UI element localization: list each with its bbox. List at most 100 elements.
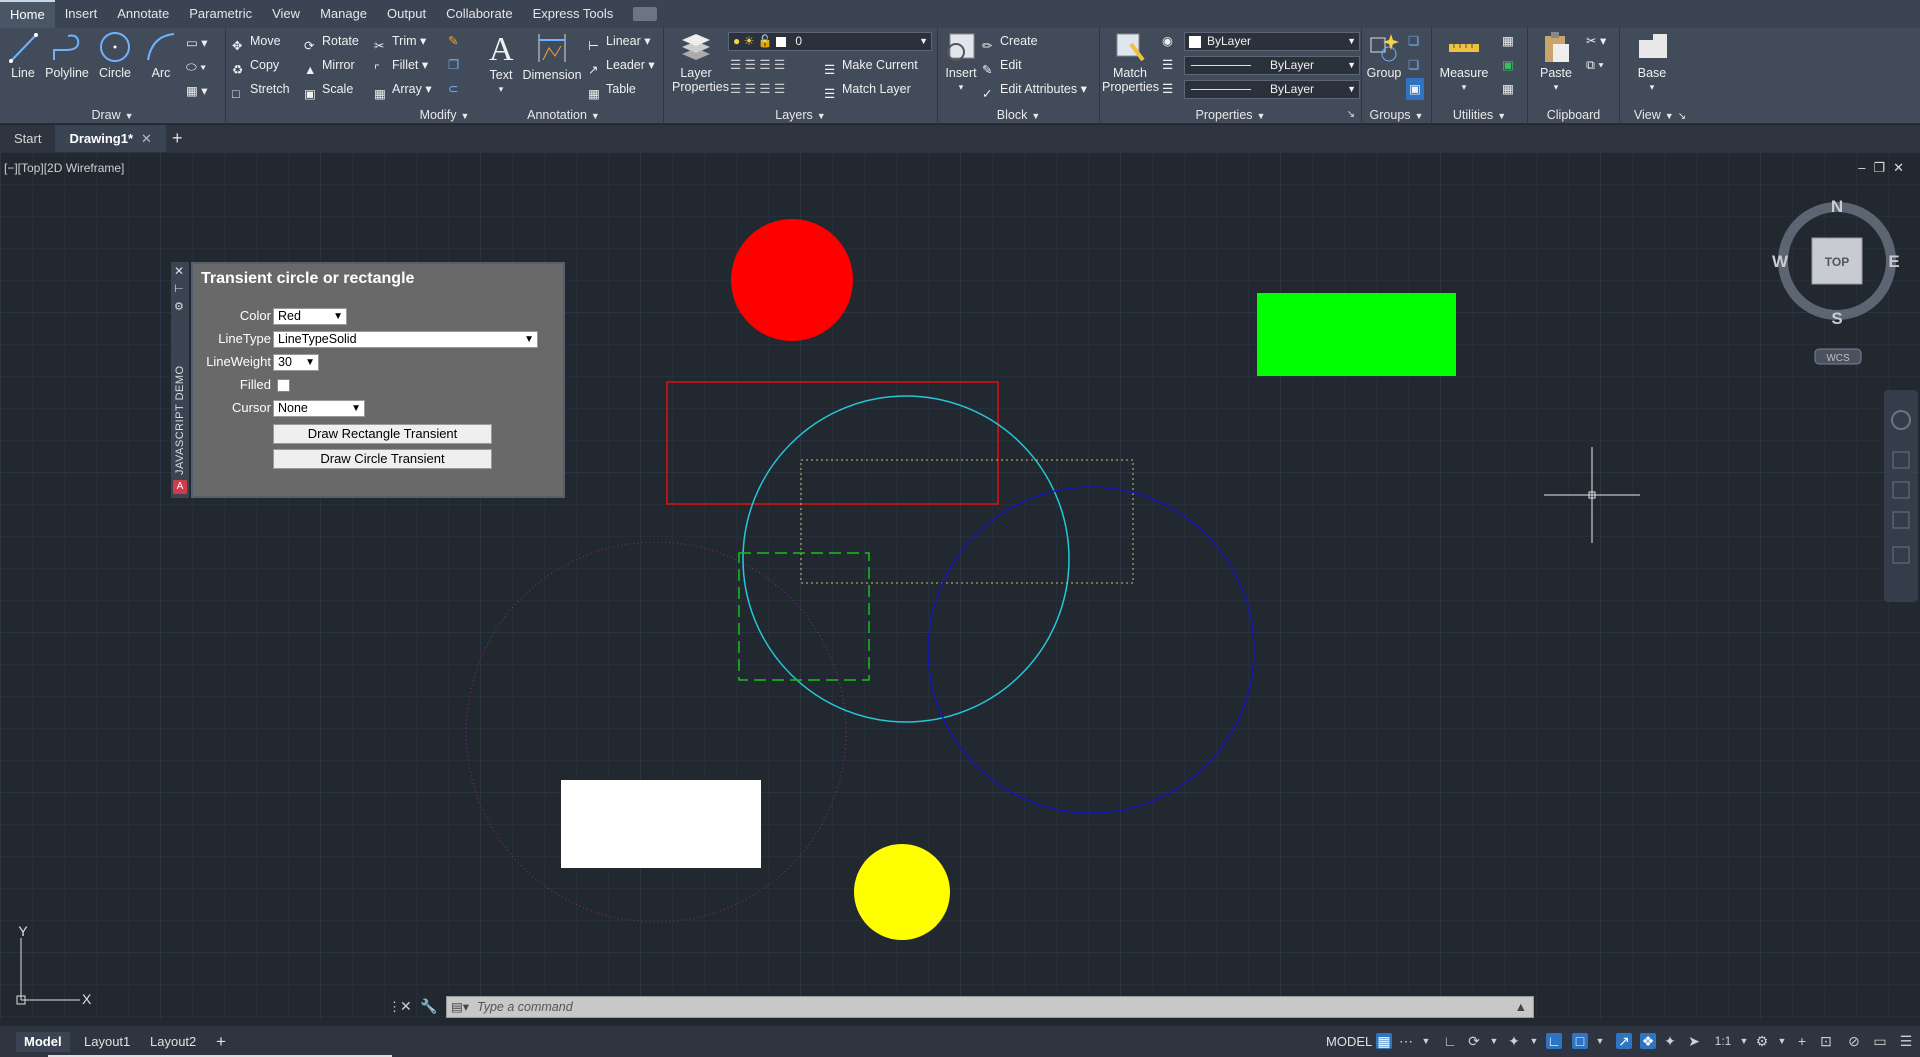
base-button[interactable]: Base ▾	[1630, 30, 1674, 94]
copy-clip-icon[interactable]: ⧉ ▾	[1586, 54, 1604, 76]
green-filled-rectangle[interactable]	[1257, 293, 1456, 376]
green-dashed-rectangle[interactable]	[738, 552, 870, 681]
stretch-button[interactable]: □ Stretch	[232, 78, 290, 101]
polar-icon[interactable]: ⟳	[1466, 1033, 1482, 1049]
layer-dropdown[interactable]: ● ☀ 🔓 0 ▼	[728, 32, 932, 51]
offset-icon[interactable]: ⊂	[448, 78, 458, 100]
rectangle-icon[interactable]: ▭ ▾	[186, 32, 208, 54]
tab-drawing1[interactable]: Drawing1* ✕	[55, 125, 166, 152]
create-block-button[interactable]: ✏ Create	[982, 30, 1038, 53]
select-all-icon[interactable]: ▣	[1502, 54, 1514, 76]
panel-title-annotation[interactable]: Annotation ▼	[464, 106, 663, 124]
circle-button[interactable]: Circle	[96, 30, 134, 80]
command-history-icon[interactable]: ▤▾	[451, 997, 469, 1017]
move-button[interactable]: ✥ Move	[232, 30, 281, 53]
dimension-button[interactable]: Dimension	[522, 30, 582, 82]
panel-title-block[interactable]: Block ▼	[938, 106, 1099, 124]
object-snap-dropdown-icon[interactable]: ▼	[1592, 1033, 1608, 1049]
layout1-tab[interactable]: Layout1	[84, 1032, 130, 1052]
color-dropdown[interactable]: ByLayer ▼	[1184, 32, 1360, 51]
paste-button[interactable]: Paste ▾	[1536, 30, 1576, 94]
polar-dropdown-icon[interactable]: ▼	[1486, 1033, 1502, 1049]
tab-view[interactable]: View	[262, 0, 310, 28]
filled-checkbox[interactable]	[277, 379, 290, 392]
properties-launcher-icon[interactable]: ↘	[1347, 106, 1355, 124]
group-selection-icon[interactable]: ▣	[1406, 78, 1424, 100]
close-tab-icon[interactable]: ✕	[141, 131, 152, 146]
panel-title-clipboard[interactable]: Clipboard	[1528, 106, 1619, 124]
new-layout-button[interactable]: +	[216, 1032, 226, 1052]
viewcube[interactable]: TOP N S W E WCS	[1772, 197, 1900, 365]
yellow-dotted-rectangle[interactable]	[800, 459, 1134, 584]
erase-icon[interactable]: ✎	[448, 30, 458, 52]
navigation-bar[interactable]	[1884, 390, 1918, 602]
fillet-button[interactable]: ⌜ Fillet ▾	[374, 54, 428, 77]
new-tab-button[interactable]: +	[172, 128, 183, 149]
calculator-icon[interactable]: ▦	[1502, 78, 1514, 100]
lineweight-icon[interactable]: ☰	[1162, 54, 1173, 76]
command-input[interactable]: ▤▾ Type a command ▲	[446, 996, 1534, 1018]
red-outline-rectangle[interactable]	[666, 381, 999, 505]
customization-menu-icon[interactable]: ☰	[1898, 1033, 1914, 1049]
model-space-button[interactable]: MODEL	[1326, 1032, 1372, 1052]
linetype-icon[interactable]: ☰	[1162, 78, 1173, 100]
ellipse-icon[interactable]: ⬭ ▾	[186, 56, 206, 78]
annotation-scale-icon[interactable]: ✦	[1662, 1033, 1678, 1049]
insert-button[interactable]: Insert ▾	[942, 30, 980, 94]
cut-icon[interactable]: ✂ ▾	[1586, 30, 1606, 52]
group-edit-icon[interactable]: ❏	[1408, 54, 1419, 76]
linetype-select[interactable]: LineTypeSolid ▼	[273, 331, 538, 348]
grid-icon[interactable]: ▦	[1376, 1033, 1392, 1049]
copy-button[interactable]: ♻ Copy	[232, 54, 279, 77]
scale-button[interactable]: ▣ Scale	[304, 78, 353, 101]
rotate-button[interactable]: ⟳ Rotate	[304, 30, 359, 53]
yellow-filled-circle[interactable]	[854, 844, 950, 940]
scale-value[interactable]: 1:1	[1710, 1033, 1736, 1049]
palette-properties-icon[interactable]: ⚙	[174, 300, 184, 313]
color-select[interactable]: Red ▼	[273, 308, 347, 325]
customize-wrench-icon[interactable]: 🔧	[420, 998, 437, 1015]
ungroup-icon[interactable]: ❏	[1408, 30, 1419, 52]
layer-properties-button[interactable]: Layer Properties	[672, 30, 729, 94]
linear-button[interactable]: ⊢ Linear ▾	[588, 30, 651, 53]
object-snap-icon[interactable]: □	[1572, 1033, 1588, 1049]
command-expand-icon[interactable]: ▲	[1515, 997, 1527, 1017]
tab-home[interactable]: Home	[0, 0, 55, 28]
tab-start[interactable]: Start	[0, 125, 55, 152]
hatch-icon[interactable]: ▦ ▾	[186, 80, 208, 102]
palette-autohide-icon[interactable]: ⊢	[174, 282, 184, 295]
layer-tools-row-2[interactable]: ☰ ☰ ☰ ☰	[730, 78, 785, 100]
object-snap-tracking-icon[interactable]: ∟	[1546, 1033, 1562, 1049]
isodraft-dropdown-icon[interactable]: ▼	[1526, 1033, 1542, 1049]
draw-rectangle-transient-button[interactable]: Draw Rectangle Transient	[273, 424, 492, 444]
clean-screen-icon[interactable]: ▭	[1872, 1033, 1888, 1049]
snap-icon[interactable]: ⋯	[1398, 1033, 1414, 1049]
lineweight-dropdown[interactable]: ByLayer ▼	[1184, 56, 1360, 75]
palette-title-strip[interactable]: ✕ ⊢ ⚙ JAVASCRIPT DEMO A	[171, 262, 189, 498]
draw-circle-transient-button[interactable]: Draw Circle Transient	[273, 449, 492, 469]
command-close-icon[interactable]: ✕	[400, 998, 412, 1015]
match-properties-button[interactable]: Match Properties	[1102, 30, 1159, 94]
tab-manage[interactable]: Manage	[310, 0, 377, 28]
white-filled-rectangle[interactable]	[561, 780, 761, 868]
palette-close-icon[interactable]: ✕	[174, 264, 184, 278]
tab-parametric[interactable]: Parametric	[179, 0, 262, 28]
red-filled-circle[interactable]	[731, 219, 853, 341]
panel-title-layers[interactable]: Layers ▼	[664, 106, 937, 124]
snap-dropdown-icon[interactable]: ▼	[1418, 1033, 1434, 1049]
plus-icon[interactable]: +	[1794, 1033, 1810, 1049]
table-button[interactable]: ▦ Table	[588, 78, 636, 101]
edit-attributes-button[interactable]: ✓ Edit Attributes ▾	[982, 78, 1087, 101]
quick-select-icon[interactable]: ▦	[1502, 30, 1514, 52]
isolate-objects-icon[interactable]: ⊘	[1846, 1033, 1862, 1049]
tab-insert[interactable]: Insert	[55, 0, 108, 28]
model-layout-tab[interactable]: Model	[16, 1032, 70, 1052]
isodraft-icon[interactable]: ✦	[1506, 1033, 1522, 1049]
annotation-monitor-icon[interactable]: ➤	[1686, 1033, 1702, 1049]
panel-title-properties[interactable]: Properties ▼ ↘	[1100, 106, 1361, 124]
array-button[interactable]: ▦ Array ▾	[374, 78, 432, 101]
trim-button[interactable]: ✂ Trim ▾	[374, 30, 426, 53]
panel-title-groups[interactable]: Groups ▼	[1362, 106, 1431, 124]
linetype-dropdown[interactable]: ByLayer ▼	[1184, 80, 1360, 99]
cyan-circle[interactable]	[742, 395, 1070, 723]
